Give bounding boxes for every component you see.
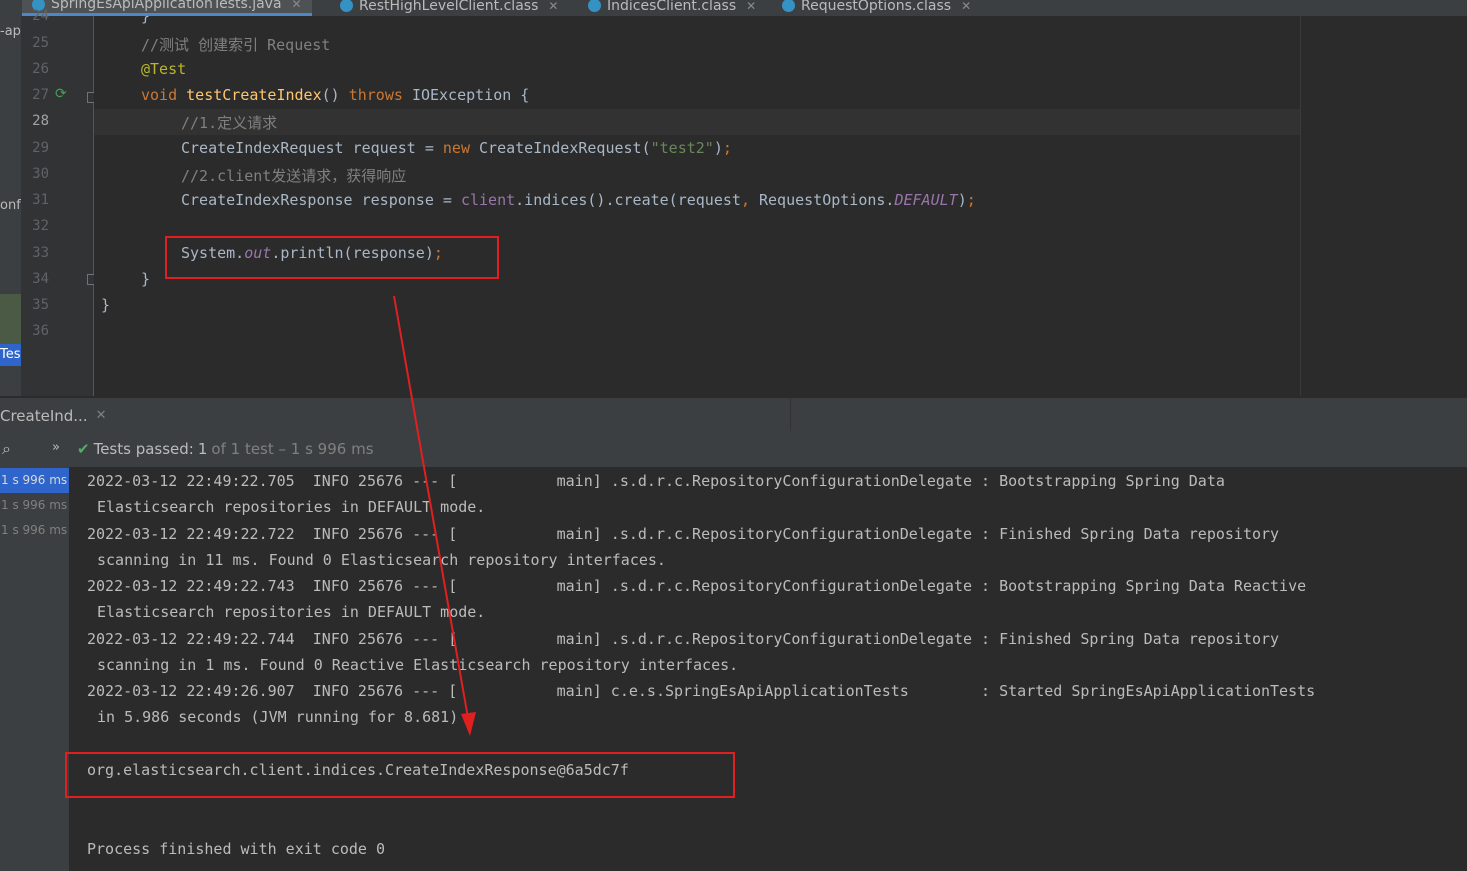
- check-icon: ✔: [77, 440, 90, 458]
- test-tree-item[interactable]: 1 s 996 ms: [0, 493, 69, 518]
- test-status-bar: ⌕ » ✔ Tests passed: 1 of 1 test – 1 s 99…: [0, 431, 1467, 467]
- status-summary: of 1 test – 1 s 996 ms: [211, 440, 374, 458]
- line-number: 34: [32, 271, 49, 287]
- line-number: 25: [32, 35, 49, 51]
- code-line-25: //测试 创建索引 Request: [141, 36, 331, 54]
- line-number: 28: [32, 113, 49, 129]
- line-number: 30: [32, 166, 49, 182]
- close-icon[interactable]: ✕: [548, 0, 558, 13]
- code-line-28: //1.定义请求: [181, 114, 278, 132]
- tab-indices-client[interactable]: IndicesClient.class ✕: [588, 0, 756, 16]
- code-line-24: }: [141, 16, 151, 25]
- code-line-35: }: [101, 296, 111, 314]
- console-line: 2022-03-12 22:49:22.744 INFO 25676 --- […: [87, 630, 1280, 648]
- console-line: scanning in 11 ms. Found 0 Elasticsearch…: [97, 551, 666, 569]
- highlight-box-response: [65, 752, 735, 798]
- close-icon[interactable]: ✕: [746, 0, 756, 13]
- test-status: ✔ Tests passed: 1 of 1 test – 1 s 996 ms: [77, 440, 374, 458]
- console-output[interactable]: 2022-03-12 22:49:22.705 INFO 25676 --- […: [69, 467, 1467, 871]
- project-fragment[interactable]: Tes: [0, 347, 21, 362]
- code-editor[interactable]: } //测试 创建索引 Request @Test void testCreat…: [94, 16, 1467, 396]
- line-number: 26: [32, 61, 49, 77]
- test-tree-item[interactable]: 1 s 996 ms: [0, 518, 69, 543]
- project-highlight: [0, 294, 21, 344]
- code-line-30: //2.client发送请求，获得响应: [181, 167, 407, 185]
- line-number: 33: [32, 245, 49, 261]
- tab-label: IndicesClient.class: [607, 0, 737, 14]
- console-line: 2022-03-12 22:49:22.722 INFO 25676 --- […: [87, 525, 1280, 543]
- tab-label: RestHighLevelClient.class: [359, 0, 539, 14]
- line-number: 35: [32, 297, 49, 313]
- tab-label: RequestOptions.class: [801, 0, 952, 14]
- run-config-tab[interactable]: CreateInd... ✕: [0, 402, 115, 429]
- divider: [790, 398, 791, 432]
- console-exit-line: Process finished with exit code 0: [87, 840, 386, 858]
- run-tab-label: CreateInd...: [0, 406, 88, 425]
- console-line: 2022-03-12 22:49:22.705 INFO 25676 --- […: [87, 472, 1225, 490]
- class-icon: [782, 0, 795, 12]
- status-passed-label: Tests passed:: [93, 440, 194, 458]
- console-line: Elasticsearch repositories in DEFAULT mo…: [97, 498, 486, 516]
- line-number: 32: [32, 218, 49, 234]
- line-number: 29: [32, 140, 49, 156]
- tab-label: SpringEsApiApplicationTests.java: [51, 0, 282, 12]
- run-tool-window-header: CreateInd... ✕: [0, 397, 1467, 432]
- console-line: in 5.986 seconds (JVM running for 8.681): [97, 708, 459, 726]
- editor-gutter: 24 25 26 27 28 29 30 31 32 33 34 35 36 ⟳: [21, 8, 98, 396]
- editor-tab-bar: SpringEsApiApplicationTests.java ✕ RestH…: [0, 0, 1467, 16]
- tab-spring-es-api-application-tests[interactable]: SpringEsApiApplicationTests.java ✕: [22, 0, 312, 16]
- code-line-27: void testCreateIndex() throws IOExceptio…: [141, 86, 530, 104]
- chevron-right-icon[interactable]: »: [52, 440, 60, 455]
- tab-rest-high-level-client[interactable]: RestHighLevelClient.class ✕: [340, 0, 558, 16]
- line-number: 31: [32, 192, 49, 208]
- line-number: 27: [32, 87, 49, 103]
- code-line-31: CreateIndexResponse response = client.in…: [181, 191, 976, 209]
- project-fragment[interactable]: -ap: [0, 24, 21, 39]
- close-icon[interactable]: ✕: [292, 0, 302, 11]
- right-margin-guide: [1300, 16, 1301, 396]
- console-line: scanning in 1 ms. Found 0 Reactive Elast…: [97, 656, 739, 674]
- tab-request-options[interactable]: RequestOptions.class ✕: [782, 0, 971, 16]
- code-line-34: }: [141, 270, 151, 288]
- search-icon[interactable]: ⌕: [2, 439, 11, 459]
- test-tree-item[interactable]: 1 s 996 ms: [0, 468, 69, 493]
- project-panel-edge: -ap onf Tes: [0, 16, 21, 396]
- class-icon: [588, 0, 601, 12]
- highlight-box-println: [165, 236, 499, 279]
- code-line-29: CreateIndexRequest request = new CreateI…: [181, 139, 732, 157]
- console-line: 2022-03-12 22:49:22.743 INFO 25676 --- […: [87, 577, 1307, 595]
- close-icon[interactable]: ✕: [96, 408, 107, 423]
- console-line: 2022-03-12 22:49:26.907 INFO 25676 --- […: [87, 682, 1316, 700]
- test-results-tree: 1 s 996 ms 1 s 996 ms 1 s 996 ms: [0, 467, 69, 871]
- close-icon[interactable]: ✕: [961, 0, 971, 13]
- line-number: 24: [32, 8, 49, 24]
- console-line: Elasticsearch repositories in DEFAULT mo…: [97, 603, 486, 621]
- code-line-26: @Test: [141, 60, 187, 78]
- run-test-icon[interactable]: ⟳: [55, 86, 67, 102]
- project-fragment[interactable]: onf: [0, 198, 21, 213]
- status-passed-count: 1: [197, 440, 208, 458]
- class-icon: [340, 0, 353, 12]
- line-number: 36: [32, 323, 49, 339]
